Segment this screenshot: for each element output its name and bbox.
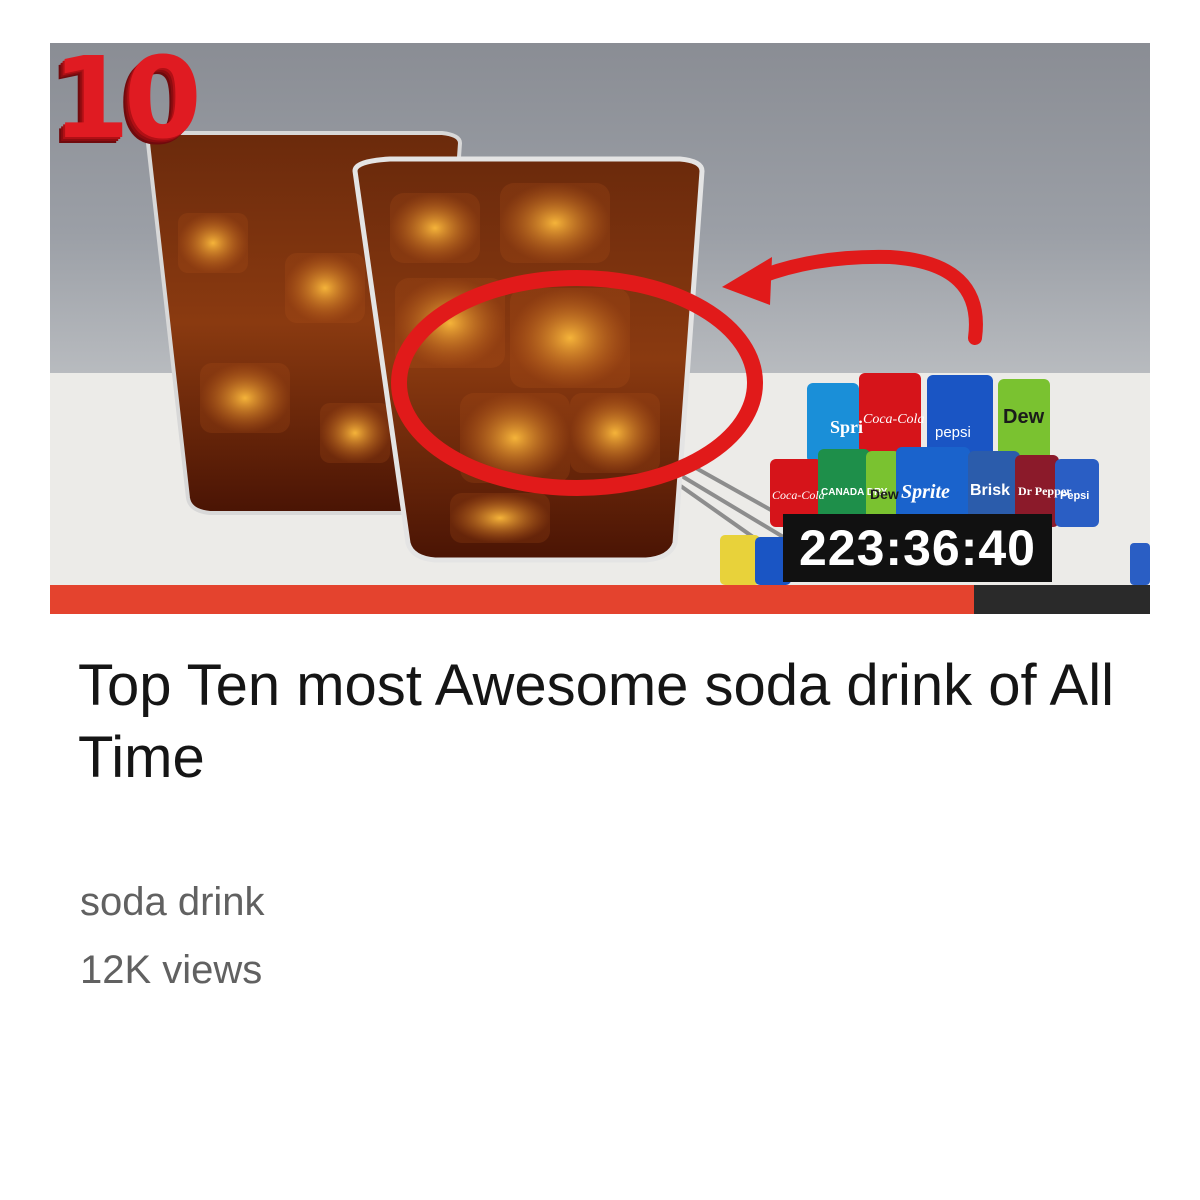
svg-text:Dew: Dew <box>1003 406 1045 428</box>
svg-text:Dew: Dew <box>870 486 899 502</box>
svg-text:Sprite: Sprite <box>901 481 950 503</box>
curved-arrow-icon <box>722 249 983 345</box>
svg-text:Brisk: Brisk <box>970 482 1010 499</box>
svg-text:Pepsi: Pepsi <box>1060 490 1089 502</box>
channel-name[interactable]: soda drink <box>80 880 265 925</box>
video-title[interactable]: Top Ten most Awesome soda drink of All T… <box>78 650 1148 794</box>
watch-progress-bar <box>50 585 1150 614</box>
svg-text:pepsi: pepsi <box>935 424 971 441</box>
watch-progress-fill <box>50 585 974 614</box>
top-ten-number: 10 <box>52 43 202 164</box>
svg-text:Spri: Spri <box>830 417 863 437</box>
thumbnail-scene: Spri Coca-Cola pepsi Dew Coca-Cola CANAD… <box>50 131 1150 585</box>
svg-text:Coca-Cola: Coca-Cola <box>772 488 825 502</box>
svg-text:Coca-Cola: Coca-Cola <box>863 412 924 427</box>
video-thumbnail[interactable]: Spri Coca-Cola pepsi Dew Coca-Cola CANAD… <box>50 43 1150 585</box>
view-count: 12K views <box>80 948 263 992</box>
duration-badge: 223:36:40 <box>783 514 1052 582</box>
